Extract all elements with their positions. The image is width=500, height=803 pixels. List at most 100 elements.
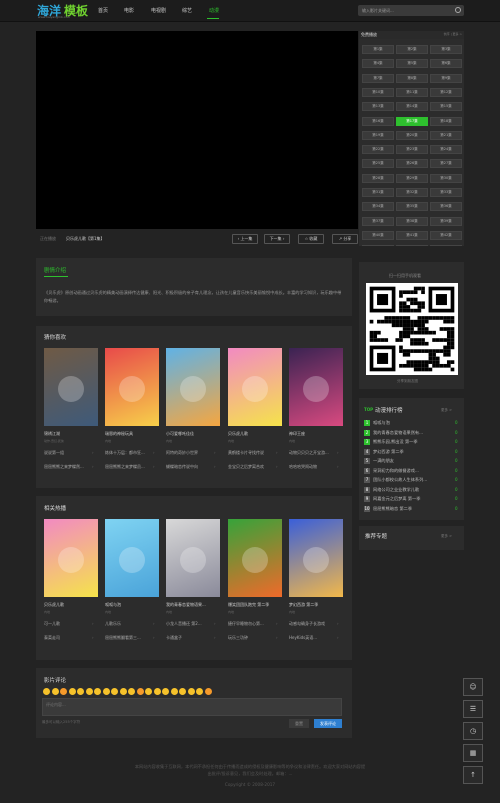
episode-button[interactable]: 第13集 [362, 102, 394, 112]
rank-item-title[interactable]: 一满的朋友 [373, 458, 451, 464]
related-link[interactable]: 黄鹤楼卡片寻找传说 [228, 450, 274, 456]
episode-button[interactable]: 第45集 [430, 245, 462, 246]
poster-title[interactable]: 锦绣江湖 [44, 431, 60, 437]
episode-button[interactable]: 第5集 [396, 59, 428, 69]
emoji-icon[interactable] [187, 688, 195, 695]
poster-image[interactable] [44, 519, 98, 597]
ranking-more[interactable]: 更多 > [441, 408, 452, 413]
share-button[interactable]: ↗ 分享 [332, 234, 358, 244]
episode-button[interactable]: 第44集 [396, 245, 428, 246]
related-link[interactable]: 卡通盒子 [166, 635, 212, 641]
poster-image[interactable] [105, 348, 159, 426]
emoji-icon[interactable] [119, 688, 127, 695]
episode-button[interactable]: 第18集 [430, 116, 462, 126]
emoji-icon[interactable] [102, 688, 110, 695]
rank-item-title[interactable]: 屈屈熊熊暗恋 第二季 [373, 506, 451, 512]
episode-button[interactable]: 第43集 [362, 245, 394, 246]
emoji-icon[interactable] [170, 688, 178, 695]
poster-title[interactable]: 瑞恩的神秘玩具 [105, 431, 133, 437]
related-link[interactable]: 屈屈熊熊之来梦蝶员... [105, 464, 151, 470]
episode-button[interactable]: 第7集 [362, 73, 394, 83]
episode-list-more[interactable]: 倒序 | 更多 > [444, 32, 462, 36]
related-link[interactable]: 动物贝贝贝之开宝游... [289, 450, 335, 456]
poster-title[interactable]: 贝乐虎儿歌 [228, 431, 248, 437]
episode-button[interactable]: 第23集 [396, 145, 428, 155]
search-input[interactable]: 输入影片关键词... [358, 5, 464, 16]
episode-button[interactable]: 第19集 [362, 130, 394, 140]
related-link[interactable]: 可一儿歌 [44, 621, 90, 627]
related-link[interactable]: 小龙人音播还 第2... [166, 621, 212, 627]
episode-button[interactable]: 第17集 [396, 116, 428, 126]
rank-item-title[interactable]: 呱呱与泡 [373, 420, 451, 426]
rank-item-title[interactable]: 我的青春恋爱物语果然有... [373, 430, 451, 436]
poster-image[interactable] [105, 519, 159, 597]
episode-button[interactable]: 第12集 [430, 87, 462, 97]
related-link[interactable]: 蝴蝶暗恋传说中向 [166, 464, 212, 470]
site-logo[interactable]: 海洋 模板 www.haiyangmb.com [37, 2, 93, 19]
video-player[interactable] [36, 31, 358, 229]
rank-item-title[interactable]: 团队小都校公故人生体系列... [373, 477, 451, 483]
related-link[interactable]: 阿特的奇妙小世界 [166, 450, 212, 456]
related-link[interactable]: 动感勾确身子长游戏 [289, 621, 335, 627]
side-clock-button[interactable]: ◷ [463, 722, 483, 740]
episode-button[interactable]: 第41集 [396, 230, 428, 240]
episode-button[interactable]: 第32集 [396, 188, 428, 197]
emoji-icon[interactable] [204, 688, 212, 695]
poster-title[interactable]: 梦幻西游 第二季 [289, 602, 318, 608]
episode-button[interactable]: 第9集 [430, 73, 462, 83]
poster-image[interactable] [289, 348, 343, 426]
episode-button[interactable]: 第10集 [362, 87, 394, 97]
related-link[interactable]: 说说第一组 [44, 450, 90, 456]
poster-title[interactable]: 小可爱哪吒佳佳 [166, 431, 194, 437]
episode-button[interactable]: 第4集 [362, 59, 394, 69]
episode-button[interactable]: 第25集 [362, 159, 394, 169]
related-link[interactable]: 玩乐三功钟 [228, 635, 274, 641]
episode-button[interactable]: 第15集 [430, 102, 462, 112]
related-link[interactable]: 屈屈熊熊翻看第三... [105, 635, 151, 641]
episode-button[interactable]: 第42集 [430, 230, 462, 240]
next-episode-button[interactable]: 下一集 › [264, 234, 290, 244]
poster-image[interactable] [166, 519, 220, 597]
rank-item-title[interactable]: 梦幻西游 第二季 [373, 449, 451, 455]
episode-button[interactable]: 第39集 [430, 216, 462, 226]
emoji-icon[interactable] [94, 688, 101, 695]
emoji-icon[interactable] [179, 688, 186, 695]
nav-tv[interactable]: 电视剧 [151, 7, 166, 14]
poster-title[interactable]: 我的青春恋爱物语果... [166, 602, 206, 608]
episode-button[interactable]: 第14集 [396, 102, 428, 112]
episode-button[interactable]: 第34集 [362, 202, 394, 212]
prev-episode-button[interactable]: ‹ 上一集 [232, 234, 258, 244]
related-link[interactable]: 屈屈熊熊之来梦蝶然... [44, 464, 90, 470]
episode-button[interactable]: 第11集 [396, 87, 428, 97]
nav-home[interactable]: 首页 [98, 7, 108, 14]
nav-variety[interactable]: 综艺 [182, 7, 192, 14]
episode-button[interactable]: 第16集 [362, 116, 394, 126]
related-link[interactable]: 炼体十万层：都市狂... [105, 450, 151, 456]
related-link[interactable]: 儿歌乐乐 [105, 621, 151, 627]
episode-button[interactable]: 第8集 [396, 73, 428, 83]
emoji-icon[interactable] [196, 688, 203, 695]
episode-button[interactable]: 第29集 [396, 173, 428, 183]
poster-image[interactable] [44, 348, 98, 426]
poster-image[interactable] [166, 348, 220, 426]
episode-button[interactable]: 第22集 [362, 145, 394, 155]
related-link[interactable]: 金宝贝之后梦离合欢 [228, 464, 274, 470]
episode-button[interactable]: 第31集 [362, 188, 394, 197]
search-icon[interactable] [455, 7, 461, 13]
episode-button[interactable]: 第33集 [430, 188, 462, 197]
poster-title[interactable]: 贝乐虎儿歌 [44, 602, 64, 608]
related-link[interactable]: 捷仔早睡物勿心第... [228, 621, 274, 627]
episode-button[interactable]: 第24集 [430, 145, 462, 155]
episode-button[interactable]: 第2集 [396, 45, 428, 54]
episode-button[interactable]: 第36集 [430, 202, 462, 212]
emoji-icon[interactable] [153, 688, 161, 695]
reset-button[interactable]: 重置 [289, 719, 309, 728]
episode-button[interactable]: 第28集 [362, 173, 394, 183]
comment-textarea[interactable]: 评论内容... [42, 698, 342, 716]
emoji-icon[interactable] [128, 688, 135, 695]
poster-title[interactable]: 爆笑团团队跑完 第二季 [228, 602, 269, 608]
emoji-icon[interactable] [77, 688, 84, 695]
emoji-icon[interactable] [111, 688, 118, 695]
related-link[interactable]: HeyKids英语... [289, 635, 335, 641]
episode-button[interactable]: 第38集 [396, 216, 428, 226]
